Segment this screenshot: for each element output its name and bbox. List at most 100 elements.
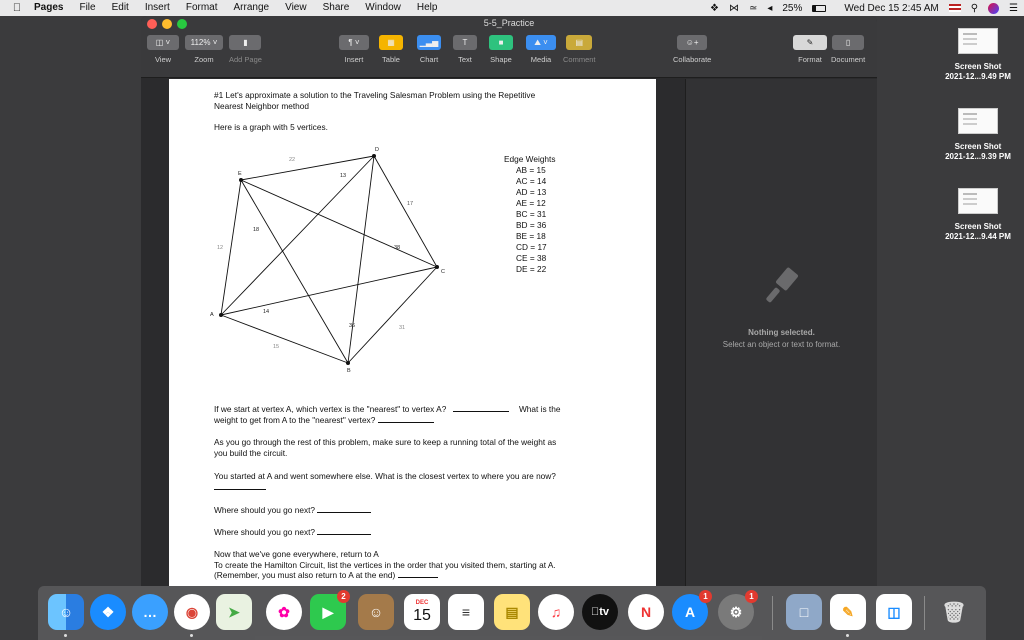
- spotlight-search-icon[interactable]: ⚲: [971, 3, 978, 14]
- notes-icon[interactable]: ▤: [494, 594, 530, 630]
- table-label: Table: [382, 55, 400, 64]
- running-indicator: [64, 634, 67, 637]
- media-label: Media: [530, 55, 552, 64]
- question-closest-vertex: You started at A and went somewhere else…: [214, 471, 556, 492]
- collaborate-tool[interactable]: ☺+ Collaborate: [673, 35, 711, 64]
- menu-arrange[interactable]: Arrange: [226, 0, 278, 16]
- photos-icon[interactable]: ✿: [266, 594, 302, 630]
- text-label: Text: [458, 55, 472, 64]
- menu-app-name[interactable]: Pages: [26, 0, 71, 16]
- shape-icon[interactable]: ■: [489, 35, 513, 50]
- answer-blank[interactable]: [317, 505, 372, 513]
- text-box-icon[interactable]: T: [453, 35, 477, 50]
- edge-weight-row: BE = 18: [516, 231, 546, 241]
- contacts-icon[interactable]: ☺: [358, 594, 394, 630]
- battery-icon[interactable]: [812, 4, 827, 12]
- maps-icon[interactable]: ➤: [216, 594, 252, 630]
- zoom-tool[interactable]: 112% ˅ Zoom: [185, 35, 223, 64]
- format-label: Format: [798, 55, 822, 64]
- menu-file[interactable]: File: [71, 0, 103, 16]
- keynote-icon[interactable]: ◫: [876, 594, 912, 630]
- music-icon[interactable]: ♫: [538, 594, 574, 630]
- zoom-label: Zoom: [194, 55, 214, 64]
- bluetooth-icon[interactable]: ⋈: [729, 3, 739, 14]
- clock[interactable]: Wed Dec 15 2:45 AM: [844, 3, 938, 14]
- view-tool[interactable]: ◫ ˅ View: [147, 35, 179, 64]
- flag-icon[interactable]: [948, 4, 961, 12]
- pilcrow-icon[interactable]: ¶ ˅: [339, 35, 369, 50]
- safari-icon[interactable]: ❖: [90, 594, 126, 630]
- collaborate-icon[interactable]: ☺+: [677, 35, 708, 50]
- shape-tool[interactable]: ■ Shape: [489, 35, 513, 64]
- toolbar: ◫ ˅ View 112% ˅ Zoom ▮ Add Page ¶ ˅ Inse…: [141, 32, 877, 78]
- menu-window[interactable]: Window: [357, 0, 409, 16]
- siri-icon[interactable]: [988, 2, 1000, 14]
- edge-ac: [220, 266, 438, 316]
- chart-tool[interactable]: ▁▃▅ Chart: [417, 35, 441, 64]
- news-icon[interactable]: N: [628, 594, 664, 630]
- edge-weight-row: AD = 13: [516, 187, 547, 197]
- trash-icon[interactable]: 🗑: [936, 594, 972, 630]
- add-page-icon[interactable]: ▮: [229, 35, 262, 50]
- vertex-label-e: E: [238, 171, 242, 177]
- volume-icon[interactable]: ◂: [767, 3, 772, 14]
- insert-tool[interactable]: ¶ ˅ Insert: [339, 35, 369, 64]
- answer-blank[interactable]: [317, 527, 372, 535]
- reminders-icon[interactable]: ≡: [448, 594, 484, 630]
- zoom-select[interactable]: 112% ˅: [185, 35, 223, 50]
- finder-icon[interactable]: ☺: [48, 594, 84, 630]
- desktop-file-screenshot-1[interactable]: Screen Shot 2021-12...9.49 PM: [938, 28, 1018, 82]
- desktop-file-screenshot-2[interactable]: Screen Shot 2021-12...9.39 PM: [938, 108, 1018, 162]
- menu-edit[interactable]: Edit: [104, 0, 137, 16]
- dock: ☺ ❖ … ◉ ➤ ✿ ▶2 ☺ DEC 15 ≡ ▤ ♫ tv N A1 ⚙…: [38, 586, 986, 640]
- answer-blank[interactable]: [452, 404, 509, 412]
- media-tool[interactable]: ⛰ ˅ Media: [526, 35, 556, 64]
- document-tool[interactable]: ▯ Document: [831, 35, 865, 64]
- pages-icon[interactable]: ✎: [830, 594, 866, 630]
- facetime-icon[interactable]: ▶ 2: [310, 590, 350, 630]
- apple-tv-icon[interactable]: tv: [582, 594, 618, 630]
- comment-icon[interactable]: ▤: [566, 35, 593, 50]
- edge-weight-row: AC = 14: [516, 176, 547, 186]
- answer-blank[interactable]: [377, 415, 434, 423]
- wifi-icon[interactable]: ≃: [749, 3, 757, 14]
- media-icon[interactable]: ⛰ ˅: [526, 35, 556, 50]
- menu-help[interactable]: Help: [409, 0, 446, 16]
- view-icon[interactable]: ◫ ˅: [147, 35, 179, 50]
- text-tool[interactable]: T Text: [453, 35, 477, 64]
- messages-icon[interactable]: …: [132, 594, 168, 630]
- document-page[interactable]: #1 Let's approximate a solution to the T…: [169, 79, 656, 586]
- desktop-file-screenshot-3[interactable]: Screen Shot 2021-12...9.44 PM: [938, 188, 1018, 242]
- edge-weight-row: AE = 12: [516, 198, 546, 208]
- preview-icon[interactable]: □: [786, 594, 822, 630]
- battery-percent[interactable]: 25%: [782, 3, 802, 14]
- calendar-icon[interactable]: DEC 15: [404, 594, 440, 630]
- menu-share[interactable]: Share: [315, 0, 358, 16]
- app-store-icon[interactable]: A1: [672, 590, 712, 630]
- chrome-icon[interactable]: ◉: [174, 594, 210, 630]
- desktop-file-name: Screen Shot: [954, 142, 1002, 151]
- table-tool[interactable]: ▦ Table: [379, 35, 403, 64]
- menu-format[interactable]: Format: [178, 0, 226, 16]
- edge-cb: [347, 266, 438, 364]
- format-brush-icon[interactable]: ✎: [793, 35, 827, 50]
- comment-tool[interactable]: ▤ Comment: [563, 35, 596, 64]
- menu-insert[interactable]: Insert: [137, 0, 178, 16]
- format-tool[interactable]: ✎ Format: [793, 35, 827, 64]
- control-center-icon[interactable]: ☰: [1009, 3, 1018, 14]
- document-icon[interactable]: ▯: [832, 35, 865, 50]
- dropbox-icon[interactable]: ❖: [710, 3, 719, 14]
- answer-blank[interactable]: [214, 482, 266, 490]
- menu-view[interactable]: View: [277, 0, 315, 16]
- document-canvas[interactable]: #1 Let's approximate a solution to the T…: [141, 79, 685, 586]
- chart-icon[interactable]: ▁▃▅: [417, 35, 441, 50]
- vertex-label-d: D: [375, 147, 379, 153]
- add-page-tool[interactable]: ▮ Add Page: [229, 35, 262, 64]
- apple-menu-icon[interactable]: : [8, 2, 26, 14]
- system-preferences-icon[interactable]: ⚙ 1: [718, 590, 758, 630]
- select-object-hint: Select an object or text to format.: [722, 340, 841, 349]
- desktop-file-detail: 2021-12...9.49 PM: [945, 72, 1011, 81]
- graph-intro: Here is a graph with 5 vertices.: [214, 122, 328, 132]
- answer-blank[interactable]: [397, 570, 438, 578]
- table-icon[interactable]: ▦: [379, 35, 403, 50]
